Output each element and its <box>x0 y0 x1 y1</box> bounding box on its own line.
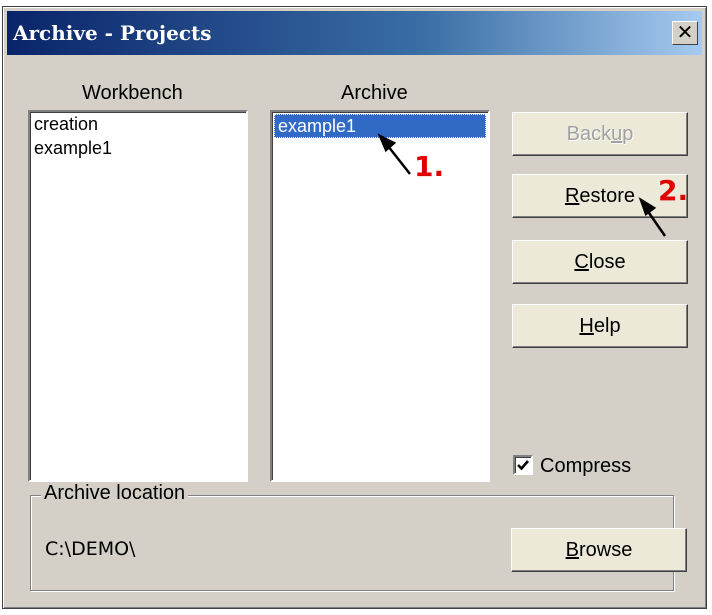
step-1-annotation: 1. <box>414 150 445 183</box>
step-2-annotation: 2. <box>658 174 689 207</box>
arrow-icon <box>377 133 411 175</box>
annotation-arrows <box>377 133 667 237</box>
